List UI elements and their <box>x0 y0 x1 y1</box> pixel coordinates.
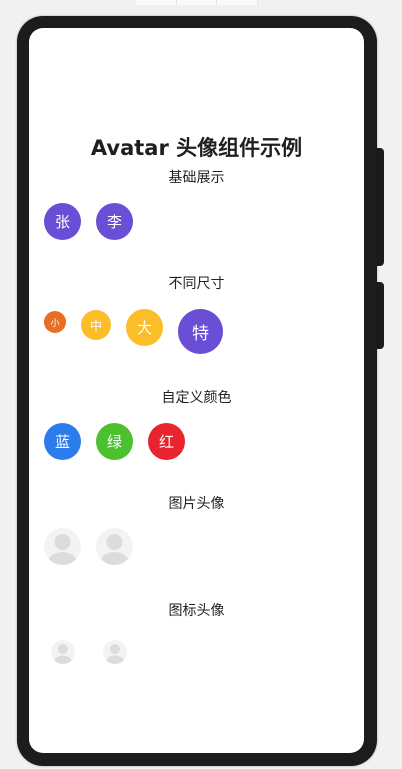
user-placeholder-icon <box>48 534 77 565</box>
avatar-text: 蓝 <box>54 433 70 451</box>
user-icon <box>54 644 72 664</box>
phone-screen: Avatar 头像组件示例 基础展示 张 李 不同尺寸 小 中 大 特 自定义颜… <box>29 28 364 753</box>
section-label-icon: 图标头像 <box>168 603 225 619</box>
page-title: Avatar 头像组件示例 <box>90 136 303 160</box>
avatar-image-2[interactable] <box>96 528 133 565</box>
avatar-xlarge[interactable]: 特 <box>178 309 223 354</box>
top-tab[interactable] <box>136 0 177 5</box>
avatar-icon-1[interactable] <box>51 640 75 664</box>
avatar-icon-2[interactable] <box>103 640 127 664</box>
avatar-text: 绿 <box>106 433 122 451</box>
section-label-image: 图片头像 <box>168 496 225 512</box>
user-icon <box>106 644 124 664</box>
avatar-zhang[interactable]: 张 <box>44 203 81 240</box>
section-label-colors: 自定义颜色 <box>161 390 232 406</box>
avatar-li[interactable]: 李 <box>96 203 133 240</box>
section-label-sizes: 不同尺寸 <box>168 276 225 292</box>
section-label-basic: 基础展示 <box>168 170 225 186</box>
top-tab[interactable] <box>176 0 218 5</box>
avatar-small[interactable]: 小 <box>44 311 66 333</box>
avatar-text: 小 <box>50 318 60 329</box>
avatar-medium[interactable]: 中 <box>81 310 111 340</box>
avatar-large[interactable]: 大 <box>126 309 163 346</box>
avatar-green[interactable]: 绿 <box>96 423 133 460</box>
avatar-image-1[interactable] <box>44 528 81 565</box>
avatar-text: 中 <box>89 318 102 333</box>
avatar-text: 大 <box>136 319 152 337</box>
top-tab-strip <box>136 0 259 5</box>
avatar-text: 特 <box>192 324 209 344</box>
avatar-text: 红 <box>158 433 174 451</box>
user-placeholder-icon <box>100 534 129 565</box>
phone-frame: Avatar 头像组件示例 基础展示 张 李 不同尺寸 小 中 大 特 自定义颜… <box>17 16 377 766</box>
avatar-text: 李 <box>106 213 122 231</box>
avatar-red[interactable]: 红 <box>148 423 185 460</box>
avatar-blue[interactable]: 蓝 <box>44 423 81 460</box>
avatar-text: 张 <box>54 213 70 231</box>
top-tab[interactable] <box>217 0 259 5</box>
